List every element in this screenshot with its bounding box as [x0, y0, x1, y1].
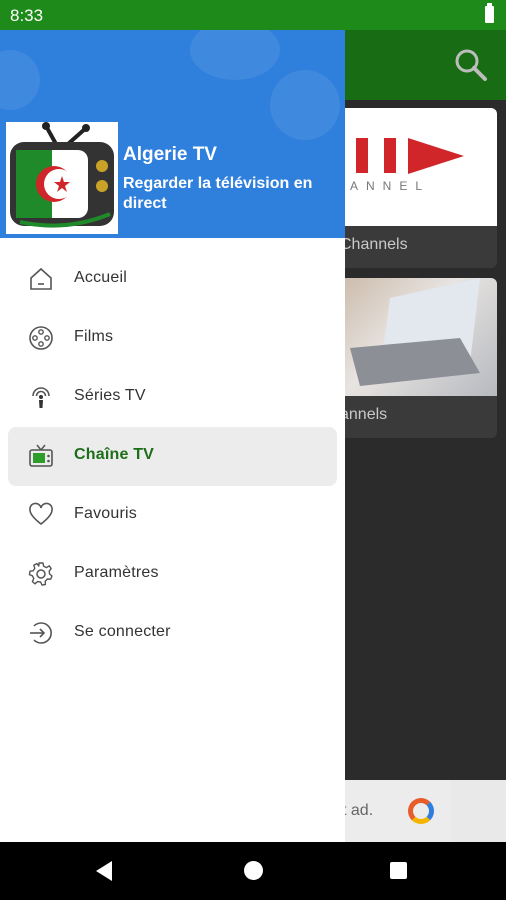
menu-item-label: Paramètres [74, 564, 159, 581]
card-thumbnail [330, 278, 497, 396]
channel-card[interactable]: annels [330, 278, 497, 438]
menu-item-label: Favouris [74, 505, 137, 522]
app-subtitle: Regarder la télévision en direct [123, 175, 313, 212]
back-icon[interactable] [96, 861, 112, 881]
menu-item-films[interactable]: Films [8, 309, 337, 368]
app-logo [6, 122, 118, 234]
menu-item-label: Accueil [74, 269, 127, 286]
system-nav-bar [0, 842, 506, 900]
menu-item-label: Séries TV [74, 387, 146, 404]
app-title: Algerie TV [123, 144, 217, 165]
home-icon [30, 267, 52, 290]
gear-icon [28, 562, 53, 586]
menu-item-label: Chaîne TV [74, 446, 155, 463]
menu-item-label: Se connecter [74, 623, 171, 640]
battery-icon [485, 3, 494, 23]
header-decoration [190, 30, 280, 80]
menu-item-label: Films [74, 328, 114, 345]
card-thumbnail: ANNEL [330, 108, 497, 226]
header-decoration [270, 70, 340, 140]
menu-item-series-tv[interactable]: Séries TV [8, 368, 337, 427]
ad-banner[interactable]: t ad. [330, 780, 506, 842]
channel-card[interactable]: ANNEL Channels [330, 108, 497, 268]
card-label: Channels [340, 236, 408, 253]
card-logo-text: ANNEL [350, 179, 430, 193]
search-icon[interactable] [454, 48, 488, 82]
menu-item-favouris[interactable]: Favouris [8, 486, 337, 545]
menu-item-accueil[interactable]: Accueil [8, 250, 337, 309]
recent-apps-icon[interactable] [390, 862, 407, 879]
drawer-header: Algerie TV Regarder la télévision en dir… [0, 30, 345, 238]
film-reel-icon [29, 326, 53, 350]
status-bar: 8:33 [0, 0, 506, 30]
header-decoration [0, 50, 40, 110]
menu-item-chaine-tv[interactable]: Chaîne TV [8, 427, 337, 486]
ad-side-panel [450, 780, 506, 842]
navigation-drawer: Algerie TV Regarder la télévision en dir… [0, 30, 345, 842]
tv-icon [29, 444, 53, 467]
menu-item-se-connecter[interactable]: Se connecter [8, 604, 337, 663]
drawer-menu: Accueil Films Séries TV Chaîne TV Favour… [0, 250, 345, 663]
heart-icon [29, 502, 53, 526]
ad-logo-icon [408, 798, 434, 824]
ad-text: t ad. [342, 802, 374, 819]
login-icon [30, 622, 52, 644]
menu-item-parametres[interactable]: Paramètres [8, 545, 337, 604]
tv-logo-icon [10, 122, 114, 228]
status-time: 8:33 [10, 6, 44, 25]
home-button-icon[interactable] [244, 861, 263, 880]
broadcast-icon [32, 387, 50, 408]
card-label: annels [340, 406, 388, 423]
